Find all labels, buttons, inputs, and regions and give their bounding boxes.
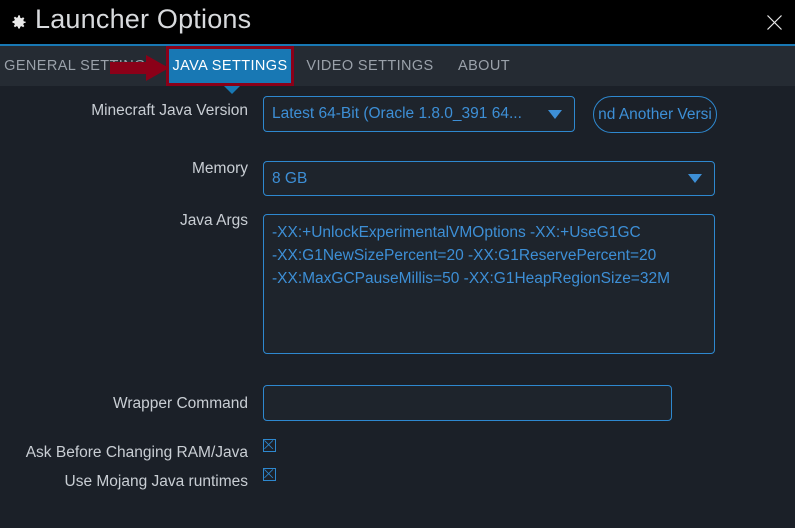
java-version-label: Minecraft Java Version: [91, 102, 248, 119]
java-args-textarea[interactable]: -XX:+UnlockExperimentalVMOptions -XX:+Us…: [263, 214, 715, 354]
memory-label: Memory: [192, 160, 248, 177]
tab-video-settings-label: VIDEO SETTINGS: [306, 58, 434, 74]
title-bar: Launcher Options: [0, 0, 795, 44]
launcher-options-window: Launcher Options GENERAL SETTINGS JAVA S…: [0, 0, 795, 528]
java-args-label: Java Args: [179, 212, 248, 229]
wrapper-command-input[interactable]: [263, 385, 672, 421]
tab-general-settings-label: GENERAL SETTINGS: [4, 58, 156, 74]
tab-bar: GENERAL SETTINGS JAVA SETTINGS VIDEO SET…: [0, 46, 795, 86]
close-button[interactable]: [759, 7, 789, 37]
wrapper-command-label: Wrapper Command: [113, 395, 248, 412]
gear-icon: [9, 13, 28, 32]
tab-about-label: ABOUT: [458, 58, 510, 74]
memory-value: 8 GB: [272, 169, 308, 187]
add-another-version-button[interactable]: nd Another Versi: [593, 96, 717, 133]
java-version-value: Latest 64-Bit (Oracle 1.8.0_391 64...: [272, 105, 522, 122]
tab-java-settings-label: JAVA SETTINGS: [172, 58, 288, 74]
chevron-down-icon: [548, 109, 562, 119]
window-title: Launcher Options: [35, 4, 252, 34]
tab-general-settings[interactable]: GENERAL SETTINGS: [4, 46, 155, 86]
tab-java-settings[interactable]: JAVA SETTINGS: [166, 46, 294, 86]
java-settings-form: Minecraft Java Version Latest 64-Bit (Or…: [0, 88, 795, 528]
use-mojang-runtimes-checkbox[interactable]: [263, 468, 276, 481]
memory-select[interactable]: 8 GB: [263, 161, 715, 196]
chevron-down-icon: [688, 174, 702, 183]
add-another-version-label: nd Another Versi: [598, 105, 712, 123]
tab-video-settings[interactable]: VIDEO SETTINGS: [306, 46, 433, 86]
java-version-select[interactable]: Latest 64-Bit (Oracle 1.8.0_391 64...: [263, 96, 575, 132]
tab-about[interactable]: ABOUT: [452, 46, 516, 86]
use-mojang-runtimes-label: Use Mojang Java runtimes: [64, 473, 249, 490]
ask-before-changing-checkbox[interactable]: [263, 439, 276, 452]
ask-before-changing-label: Ask Before Changing RAM/Java: [25, 444, 248, 461]
